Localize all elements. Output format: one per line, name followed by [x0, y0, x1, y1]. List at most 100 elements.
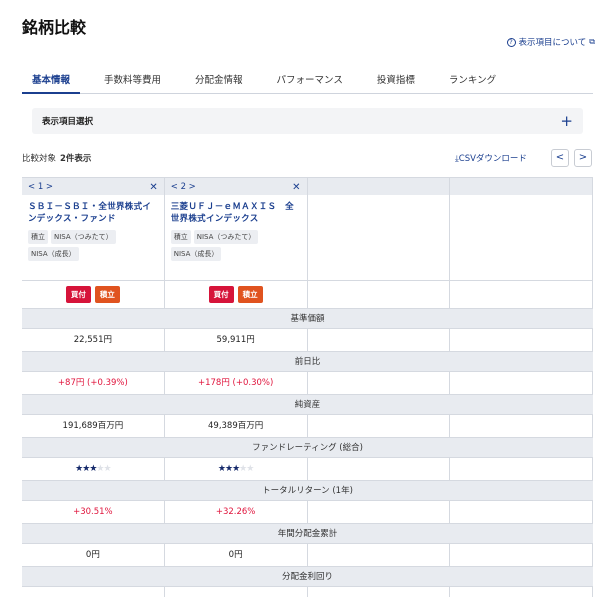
metric-empty-cell	[450, 415, 593, 437]
metric-row: 191,689百万円 49,389百万円	[22, 415, 593, 438]
metric-empty-cell	[450, 372, 593, 394]
metric-value: 191,689百万円	[22, 415, 165, 437]
fund-tag: NISA（成長）	[170, 247, 222, 261]
metric-value: +87円 (+0.39%)	[22, 372, 165, 394]
tab-basic-info[interactable]: 基本情報	[22, 68, 81, 94]
csv-download-link[interactable]: ⤓CSVダウンロード	[455, 152, 527, 164]
metric-row: --	[22, 587, 593, 597]
metric-value: -	[22, 587, 165, 597]
metric-row: ★★★★★ ★★★★★	[22, 458, 593, 481]
external-link-icon: ⧉	[589, 37, 595, 46]
close-icon[interactable]: ✕	[292, 182, 300, 193]
plus-icon[interactable]: +	[560, 113, 573, 129]
about-display-items-link[interactable]: ? 表示項目について ⧉	[506, 36, 595, 48]
metric-empty-cell	[308, 415, 451, 437]
action-cell-2: 買付 積立	[165, 281, 308, 308]
fund-name-link[interactable]: ＳＢＩ－ＳＢＩ・全世界株式インデックス・ファンド	[28, 201, 158, 225]
scroll-prev-button[interactable]: <	[551, 149, 569, 167]
metric-empty-cell	[450, 458, 593, 480]
metric-value: 49,389百万円	[165, 415, 308, 437]
column-header-2: < 2 > ✕	[165, 178, 308, 196]
compare-count-label: 比較対象	[22, 154, 57, 164]
fund-tag: NISA（つみたて）	[193, 230, 259, 244]
fund-tag: 積立	[170, 230, 191, 244]
rating-stars: ★★★★★	[165, 458, 308, 480]
about-link-label: 表示項目について	[518, 38, 587, 48]
close-icon[interactable]: ✕	[149, 182, 157, 193]
metric-empty-cell	[450, 501, 593, 523]
action-cell-empty	[308, 281, 451, 308]
metric-row: +87円 (+0.39%) +178円 (+0.30%)	[22, 372, 593, 395]
column-header-row: < 1 > ✕ < 2 > ✕	[22, 177, 593, 196]
metric-value: 0円	[22, 544, 165, 566]
metric-row: 22,551円 59,911円	[22, 329, 593, 352]
metric-header: 基準価額	[22, 309, 593, 329]
compare-count: 比較対象 2件表示	[22, 152, 91, 164]
fund-tag: NISA（つみたて）	[51, 230, 116, 244]
metric-empty-cell	[450, 587, 593, 597]
tab-indicators[interactable]: 投資指標	[367, 68, 425, 94]
fund-info-row: ＳＢＩ－ＳＢＩ・全世界株式インデックス・ファンド 積立 NISA（つみたて） N…	[22, 195, 593, 281]
rating-stars: ★★★★★	[22, 458, 165, 480]
fund-tag: NISA（成長）	[28, 247, 79, 261]
fund-cell-empty	[450, 195, 593, 280]
metrics-section: 基準価額 22,551円 59,911円 前日比 +87円 (+0.39%) +178円 …	[22, 309, 593, 597]
tab-performance[interactable]: パフォーマンス	[267, 68, 353, 94]
metric-value: +32.26%	[165, 501, 308, 523]
metric-row: +30.51% +32.26%	[22, 501, 593, 524]
metric-empty-cell	[308, 587, 451, 597]
metric-empty-cell	[308, 458, 451, 480]
metric-value: 59,911円	[165, 329, 308, 351]
buy-button[interactable]: 買付	[65, 286, 91, 303]
metric-value: 0円	[165, 544, 308, 566]
fund-tag: 積立	[28, 230, 48, 244]
metric-empty-cell	[308, 372, 451, 394]
metric-empty-cell	[450, 329, 593, 351]
fund-cell-2: 三菱ＵＦＪ－ｅＭＡＸＩＳ 全世界株式インデックス 積立 NISA（つみたて） N…	[165, 195, 308, 280]
star-filled-icon: ★	[217, 464, 226, 474]
metric-header: 年間分配金累計	[22, 524, 593, 544]
column-header-empty	[450, 178, 593, 196]
action-cell-1: 買付 積立	[22, 281, 165, 308]
fund-cell-empty	[308, 195, 451, 280]
column-move-control[interactable]: < 2 >	[171, 182, 196, 192]
metric-value: +178円 (+0.30%)	[165, 372, 308, 394]
tab-fees[interactable]: 手数料等費用	[94, 68, 171, 94]
compare-table: < 1 > ✕ < 2 > ✕ ＳＢＩ－ＳＢＩ・全世界株式インデックス・ファンド…	[22, 177, 593, 597]
metric-header: 分配金利回り	[22, 567, 593, 587]
metric-empty-cell	[308, 544, 451, 566]
help-icon: ?	[506, 37, 516, 47]
fund-name-link[interactable]: 三菱ＵＦＪ－ｅＭＡＸＩＳ 全世界株式インデックス	[171, 201, 301, 225]
column-header-1: < 1 > ✕	[22, 178, 165, 196]
metric-empty-cell	[450, 544, 593, 566]
accumulate-button[interactable]: 積立	[237, 286, 263, 303]
metric-row: 0円 0円	[22, 544, 593, 567]
fund-cell-1: ＳＢＩ－ＳＢＩ・全世界株式インデックス・ファンド 積立 NISA（つみたて） N…	[22, 195, 165, 280]
star-empty-icon: ★	[246, 464, 254, 474]
accumulate-button[interactable]: 積立	[94, 286, 120, 303]
buy-button[interactable]: 買付	[208, 286, 234, 303]
compare-count-value: 2件表示	[60, 154, 92, 164]
metric-value: +30.51%	[22, 501, 165, 523]
action-cell-empty	[450, 281, 593, 308]
tab-distribution[interactable]: 分配金情報	[185, 68, 253, 94]
page-title: 銘柄比較	[22, 18, 87, 37]
column-move-control[interactable]: < 1 >	[28, 182, 53, 192]
column-header-empty	[308, 178, 451, 196]
display-item-select-label: 表示項目選択	[42, 117, 94, 127]
metric-empty-cell	[308, 501, 451, 523]
display-item-select-panel[interactable]: 表示項目選択 +	[32, 108, 583, 134]
star-empty-icon: ★	[103, 464, 111, 474]
tab-ranking[interactable]: ランキング	[439, 68, 506, 94]
scroll-next-button[interactable]: >	[574, 149, 592, 167]
metric-header: トータルリターン (1年)	[22, 481, 593, 501]
tab-bar: 基本情報 手数料等費用 分配金情報 パフォーマンス 投資指標 ランキング	[22, 68, 593, 94]
metric-value: 22,551円	[22, 329, 165, 351]
csv-download-label: CSVダウンロード	[458, 154, 527, 164]
metric-empty-cell	[308, 329, 451, 351]
metric-header: ファンドレーティング (総合)	[22, 438, 593, 458]
action-button-row: 買付 積立 買付 積立	[22, 281, 593, 309]
metric-header: 純資産	[22, 395, 593, 415]
metric-header: 前日比	[22, 352, 593, 372]
metric-value: -	[165, 587, 308, 597]
